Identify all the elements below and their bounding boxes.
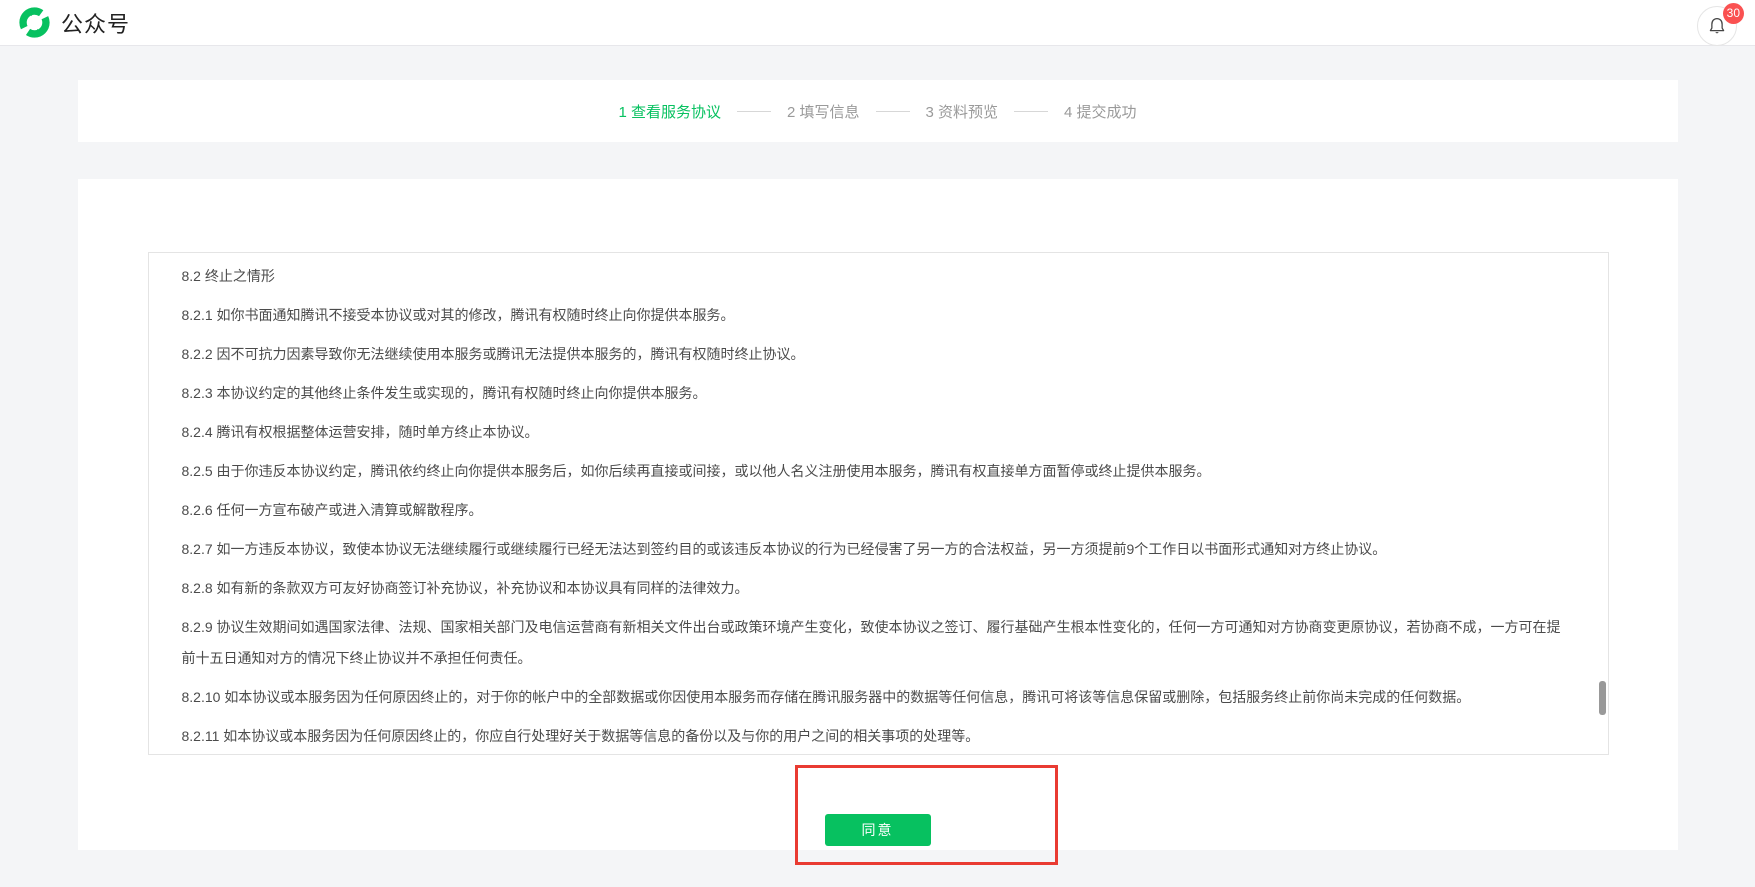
step-2-fill-info: 2 填写信息 [787,101,860,122]
agreement-paragraph: 8.2.2 因不可抗力因素导致你无法继续使用本服务或腾讯无法提供本服务的，腾讯有… [182,339,1568,370]
agreement-paragraph: 8.2.3 本协议约定的其他终止条件发生或实现的，腾讯有权随时终止向你提供本服务… [182,378,1568,409]
agreement-paragraph: 8.2.1 如你书面通知腾讯不接受本协议或对其的修改，腾讯有权随时终止向你提供本… [182,300,1568,331]
agreement-paragraph: 8.2.5 由于你违反本协议约定，腾讯依约终止向你提供本服务后，如你后续再直接或… [182,456,1568,487]
agreement-paragraph: 8.2.11 如本协议或本服务因为任何原因终止的，你应自行处理好关于数据等信息的… [182,721,1568,752]
notifications-button[interactable]: 30 [1697,6,1737,46]
notification-count-badge: 30 [1723,3,1744,24]
step-separator [876,111,910,112]
step-separator [737,111,771,112]
scrollbar-thumb[interactable] [1599,681,1606,715]
agreement-paragraph: 8.2.10 如本协议或本服务因为任何原因终止的，对于你的帐户中的全部数据或你因… [182,682,1568,713]
step-separator [1014,111,1048,112]
agreement-paragraph: 8.2.8 如有新的条款双方可友好协商签订补充协议，补充协议和本协议具有同样的法… [182,573,1568,604]
step-1-view-agreement: 1 查看服务协议 [618,101,721,122]
step-3-preview: 3 资料预览 [926,101,999,122]
agreement-paragraph: 8.2.9 协议生效期间如遇国家法律、法规、国家相关部门及电信运营商有新相关文件… [182,612,1568,674]
wechat-official-accounts-logo[interactable]: 公众号 [18,6,130,39]
app-header: 公众号 30 [0,0,1755,46]
wechat-logo-icon [18,6,51,39]
agreement-card: 8.2 终止之情形 8.2.1 如你书面通知腾讯不接受本协议或对其的修改，腾讯有权… [78,179,1678,850]
agree-button[interactable]: 同意 [825,814,931,846]
action-row: 同意 [78,814,1678,846]
agreement-paragraph: 8.2.4 腾讯有权根据整体运营安排，随时单方终止本协议。 [182,417,1568,448]
agreement-scroll-area[interactable]: 8.2 终止之情形 8.2.1 如你书面通知腾讯不接受本协议或对其的修改，腾讯有权… [148,252,1609,755]
agreement-paragraph: 8.2 终止之情形 [182,261,1568,292]
registration-stepper: 1 查看服务协议 2 填写信息 3 资料预览 4 提交成功 [78,80,1678,142]
agreement-paragraph: 8.2.7 如一方违反本协议，致使本协议无法继续履行或继续履行已经无法达到签约目… [182,534,1568,565]
step-4-success: 4 提交成功 [1064,101,1137,122]
agreement-paragraph: 8.2.6 任何一方宣布破产或进入清算或解散程序。 [182,495,1568,526]
app-title: 公众号 [61,7,130,39]
